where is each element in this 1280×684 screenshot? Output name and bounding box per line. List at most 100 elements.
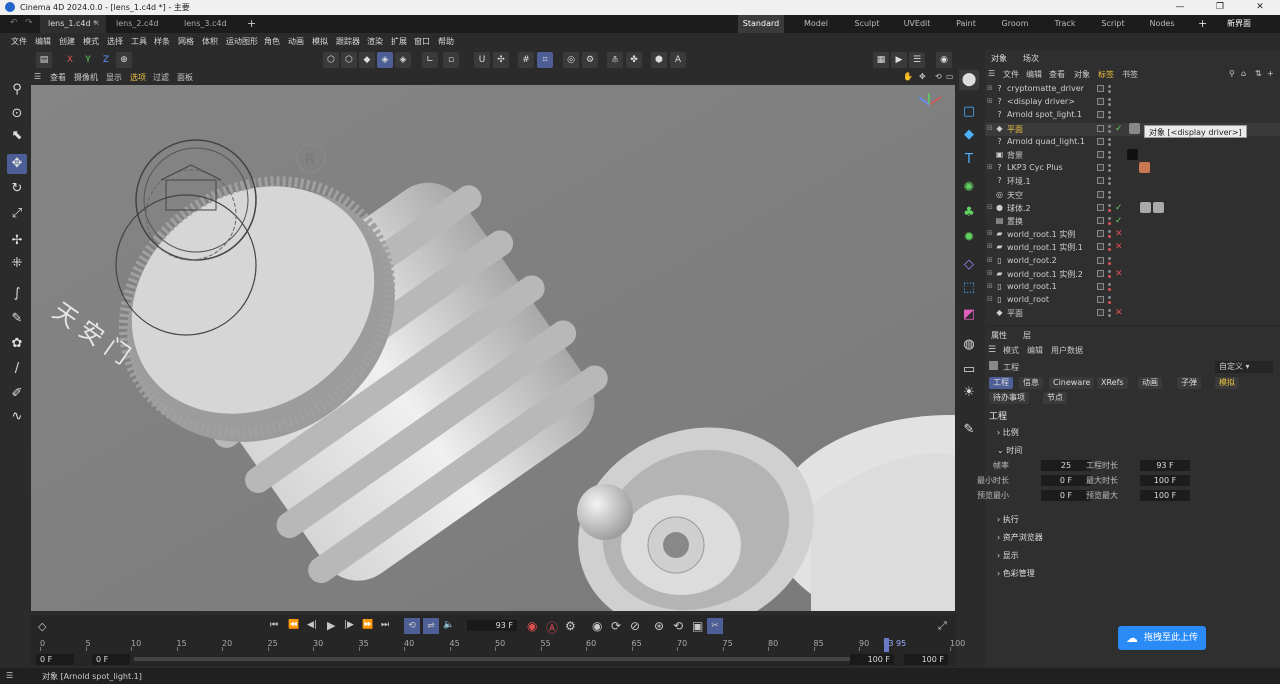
object-row[interactable]: ⊞ ▰ world_root.1 实例.2 ✕	[985, 268, 1280, 281]
tab-objects[interactable]: 对象	[991, 53, 1007, 64]
key-scale-icon[interactable]: ⊘	[630, 619, 640, 633]
play-icon[interactable]: ▶	[327, 619, 335, 632]
object-name[interactable]: 球体.2	[1007, 203, 1031, 214]
workplane-icon[interactable]: ∟	[422, 52, 438, 68]
attr-menu-icon[interactable]: ☰	[988, 345, 996, 355]
object-name[interactable]: 置换	[1007, 216, 1023, 227]
uv-mode-icon[interactable]: ◈	[395, 52, 411, 68]
sound-icon[interactable]: 🔈	[443, 620, 454, 630]
next-frame-icon[interactable]: |▶	[344, 620, 354, 630]
object-name[interactable]: cryptomatte_driver	[1007, 84, 1084, 93]
expand-toggle-icon[interactable]: ⊞	[987, 242, 993, 250]
knife-tool-icon[interactable]: ✎	[7, 309, 27, 329]
key-point-icon[interactable]: ▣	[692, 619, 703, 633]
object-row[interactable]: ▤ 置换 ✓	[985, 215, 1280, 228]
object-row[interactable]: ▣ 背景	[985, 149, 1280, 162]
object-name[interactable]: 背景	[1007, 150, 1023, 161]
prev-frame-icon[interactable]: ◀|	[307, 620, 317, 630]
preview-min-field[interactable]: 0 F	[92, 654, 130, 665]
menu-extensions[interactable]: 扩展	[391, 36, 407, 47]
timeline-settings-icon[interactable]: ⤢	[938, 619, 947, 633]
editor-visibility-dot[interactable]	[1108, 177, 1111, 181]
render-visibility-dot[interactable]	[1108, 248, 1111, 252]
layout-nodes[interactable]: Nodes	[1142, 15, 1182, 33]
current-frame-field[interactable]: 93 F	[467, 620, 517, 631]
object-row[interactable]: ⊞ ▰ world_root.1 实例 ✕	[985, 228, 1280, 241]
layout-standard[interactable]: Standard	[738, 15, 784, 33]
viewport-menu-filter[interactable]: 过滤	[153, 72, 169, 83]
object-row[interactable]: ⊞? LKP3 Cyc Plus	[985, 162, 1280, 175]
check-icon[interactable]: ✓	[1115, 124, 1123, 134]
loop-icon[interactable]: ⟲	[404, 618, 420, 634]
object-row[interactable]: ◆ 平面 ✕	[985, 307, 1280, 320]
attr-menu-mode[interactable]: 模式	[1003, 345, 1019, 356]
cube-outline-icon[interactable]: ▢	[959, 102, 979, 122]
menu-simulate[interactable]: 模拟	[312, 36, 328, 47]
layer-checkbox-icon[interactable]	[1097, 230, 1104, 238]
layer-checkbox-icon[interactable]	[1097, 177, 1104, 185]
layer-checkbox-icon[interactable]	[1097, 283, 1104, 290]
polygons-mode-icon[interactable]: ◆	[359, 52, 375, 68]
material-tag-icon[interactable]	[1153, 201, 1164, 213]
playhead[interactable]	[884, 638, 890, 652]
key-snap-icon[interactable]: ✂	[707, 618, 723, 634]
expand-toggle-icon[interactable]: ⊞	[987, 256, 993, 264]
layout-groom[interactable]: Groom	[995, 15, 1035, 33]
keyframe-settings-icon[interactable]: ⚙	[565, 619, 576, 633]
axis-z-button[interactable]: Z	[98, 52, 114, 68]
render-queue-icon[interactable]: ☰	[909, 52, 925, 68]
magnet-icon[interactable]: U	[474, 52, 490, 68]
object-name[interactable]: LKP3 Cyc Plus	[1007, 163, 1063, 172]
render-view-icon[interactable]: ⬢	[651, 52, 667, 68]
key-pla-icon[interactable]: ⟲	[673, 619, 683, 633]
paint-tool-icon[interactable]: ✿	[7, 334, 27, 354]
cross-icon[interactable]: ✕	[1115, 269, 1123, 279]
tab-layers[interactable]: 层	[1023, 330, 1031, 341]
file-tab-lens3[interactable]: lens_3.c4d	[176, 15, 242, 33]
expand-toggle-icon[interactable]: ⊞	[987, 229, 993, 237]
object-row[interactable]: ? Arnold spot_light.1	[985, 109, 1280, 122]
attr-tab-info[interactable]: 信息	[1019, 377, 1043, 389]
time-field-value[interactable]: 100 F	[1140, 490, 1190, 501]
snap-settings-icon[interactable]: ✣	[493, 52, 509, 68]
object-row[interactable]: ⊞ ▯ world_root.2	[985, 255, 1280, 268]
editor-visibility-dot[interactable]	[1108, 190, 1111, 194]
menu-character[interactable]: 角色	[264, 36, 280, 47]
editor-visibility-dot[interactable]	[1108, 124, 1111, 128]
object-name[interactable]: Arnold quad_light.1	[1007, 137, 1085, 146]
render-visibility-dot[interactable]	[1108, 274, 1111, 278]
cloner-icon[interactable]: ♣	[959, 203, 979, 223]
render-visibility-dot[interactable]	[1108, 116, 1111, 120]
layer-checkbox-icon[interactable]	[1097, 256, 1104, 264]
forward-icon[interactable]: ↷	[25, 18, 33, 28]
rotate-tool-icon[interactable]: ↻	[7, 179, 27, 199]
maximize-view-icon[interactable]: ▭	[946, 72, 954, 81]
render-visibility-dot[interactable]	[1108, 103, 1111, 107]
render-visibility-dot[interactable]	[1108, 142, 1111, 146]
zoom-icon[interactable]: ⟲	[935, 72, 942, 81]
editor-visibility-dot[interactable]	[1108, 256, 1111, 260]
object-name[interactable]: world_root.1 实例.2	[1007, 269, 1083, 280]
editor-visibility-dot[interactable]	[1108, 296, 1111, 300]
pen-tool-icon[interactable]: ∫	[7, 284, 27, 304]
key-position-icon[interactable]: ◉	[592, 619, 602, 633]
render-visibility-dot[interactable]	[1108, 169, 1111, 173]
cross-icon[interactable]: ✕	[1115, 242, 1123, 252]
obj-layout-icon[interactable]: ⇅	[1255, 69, 1262, 78]
render-visibility-dot[interactable]	[1108, 288, 1111, 291]
text-icon[interactable]: T	[959, 150, 979, 170]
object-row[interactable]: ◎ 天空	[985, 189, 1280, 202]
layer-checkbox-icon[interactable]	[1097, 269, 1104, 277]
object-row[interactable]: ⊞ ▯ world_root.1	[985, 281, 1280, 294]
section-time[interactable]: ⌄ 时间	[997, 445, 1022, 456]
tab-takes[interactable]: 场次	[1023, 53, 1039, 64]
editor-visibility-dot[interactable]	[1108, 137, 1111, 141]
next-key-icon[interactable]: ⏩	[362, 620, 373, 630]
min-time-field[interactable]: 0 F	[36, 654, 74, 665]
range-icon[interactable]: ⇌	[423, 618, 439, 634]
render-visibility-dot[interactable]	[1108, 129, 1111, 133]
cross-icon[interactable]: ✕	[1115, 229, 1123, 239]
obj-menu-edit[interactable]: 编辑	[1026, 69, 1042, 80]
upload-button[interactable]: ☁ 拖拽至此上传	[1118, 626, 1206, 650]
goto-end-icon[interactable]: ⏭	[381, 620, 389, 630]
